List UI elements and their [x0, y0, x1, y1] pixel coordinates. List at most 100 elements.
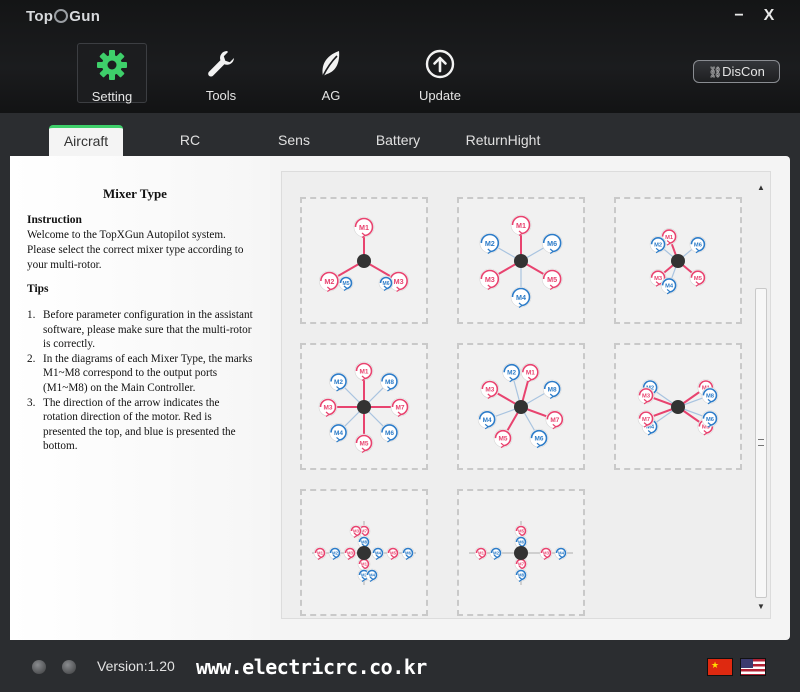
- toolbar-setting[interactable]: Setting: [77, 43, 147, 104]
- motor-m4: M4: [660, 277, 678, 295]
- mixer-hexa-v[interactable]: M1 M2 M3 M4 M5 M6: [614, 197, 742, 324]
- gear-icon: [78, 48, 146, 82]
- app-window: Top Gun − X Setting Tools AG Update ⛓Dis…: [0, 0, 800, 692]
- scroll-thumb[interactable]: [755, 288, 767, 598]
- svg-text:M2: M2: [332, 551, 339, 556]
- svg-text:M1: M1: [478, 551, 485, 556]
- svg-text:M4: M4: [558, 551, 565, 556]
- svg-text:M3: M3: [654, 276, 662, 282]
- canton: [741, 659, 753, 668]
- motor-m5: M5: [493, 428, 513, 449]
- mixer-coaxial-x8[interactable]: M1 M2 M3 M4 M5 M6 M7 M8 M1 M2 M3 M4: [300, 489, 428, 616]
- watermark-text: www.electricrc.co.kr: [196, 655, 427, 679]
- motor-m3: M3: [349, 524, 363, 538]
- svg-text:M5: M5: [499, 436, 508, 443]
- close-button[interactable]: X: [758, 5, 780, 27]
- frame-hub: [357, 254, 371, 268]
- aircraft-panel: Mixer Type Instruction Welcome to the To…: [10, 156, 790, 640]
- svg-text:M4: M4: [334, 430, 343, 437]
- toolbar-setting-label: Setting: [91, 89, 133, 104]
- svg-text:M4: M4: [483, 417, 492, 424]
- status-led-1: [32, 660, 46, 674]
- mixer-octo-i[interactable]: M1 M2 M3 M4 M5 M6 M7 M8: [300, 343, 428, 470]
- svg-text:M8: M8: [706, 394, 715, 400]
- toolbar-update[interactable]: Update: [405, 43, 475, 103]
- tab-battery[interactable]: Battery: [363, 125, 433, 157]
- motor-m4: M4: [510, 286, 532, 308]
- svg-text:M1: M1: [665, 235, 674, 241]
- minimize-button[interactable]: −: [728, 5, 750, 27]
- motor-m5: M5: [354, 433, 374, 453]
- svg-text:M3: M3: [324, 405, 333, 412]
- mixer-octo-v[interactable]: M1 M2 M3 M4 M5 M6 M7 M8: [457, 343, 585, 470]
- motor-m4: M4: [554, 546, 568, 560]
- motor-m6: M6: [541, 232, 563, 254]
- svg-text:M1: M1: [359, 223, 369, 232]
- motor-m1: M1: [521, 362, 540, 383]
- motor-m2: M2: [649, 235, 667, 254]
- tip-item: 1. Before parameter configuration in the …: [27, 309, 253, 351]
- svg-text:M3: M3: [347, 551, 354, 556]
- svg-text:M6: M6: [535, 436, 544, 443]
- toolbar-tools[interactable]: Tools: [186, 43, 256, 103]
- motor-m8: M8: [514, 568, 528, 582]
- svg-text:M2: M2: [324, 277, 334, 286]
- svg-text:M7: M7: [396, 405, 405, 412]
- svg-text:M4: M4: [369, 573, 376, 578]
- instruction-pane: Mixer Type Instruction Welcome to the To…: [10, 156, 270, 640]
- mixer-coaxial-i8[interactable]: M1 M2 M3 M4 M5 M6 M7 M8: [457, 489, 585, 616]
- tab-aircraft[interactable]: Aircraft: [49, 125, 123, 157]
- grip-icon: [758, 439, 764, 446]
- motor-m8: M8: [701, 387, 719, 405]
- frame-hub: [357, 546, 371, 560]
- svg-text:M3: M3: [485, 387, 494, 394]
- tab-sens[interactable]: Sens: [264, 125, 324, 157]
- motor-m1: M1: [510, 214, 532, 236]
- svg-text:M3: M3: [543, 551, 550, 556]
- svg-text:M1: M1: [526, 370, 535, 377]
- motor-m1: M1: [313, 546, 327, 560]
- mixer-diagram: M1M2 M3M4 M5 M6: [649, 228, 707, 295]
- tab-returnhight[interactable]: ReturnHight: [458, 125, 548, 157]
- svg-text:M2: M2: [485, 239, 495, 248]
- mixer-tri[interactable]: M1 M2 M3 M5 M6: [300, 197, 428, 324]
- scroll-up-arrow[interactable]: ▲: [757, 183, 765, 192]
- mixer-type-title: Mixer Type: [103, 186, 167, 201]
- china-flag-icon[interactable]: ★: [707, 658, 733, 676]
- svg-text:M2: M2: [334, 379, 343, 386]
- svg-text:M8: M8: [361, 540, 368, 545]
- svg-text:M3: M3: [394, 277, 404, 286]
- disconnect-button[interactable]: ⛓DisCon: [693, 60, 780, 83]
- scroll-down-arrow[interactable]: ▼: [757, 602, 765, 611]
- disconnect-label: DisCon: [722, 64, 765, 79]
- mixer-hexa-i[interactable]: M1 M2 M3 M4 M5 M6: [457, 197, 585, 324]
- toolbar-tools-label: Tools: [205, 88, 237, 103]
- frame-hub: [671, 254, 685, 268]
- motor-m6: M6: [689, 235, 707, 254]
- tab-rc[interactable]: RC: [160, 125, 220, 157]
- svg-text:M6: M6: [405, 551, 412, 556]
- motor-m1: M1: [354, 361, 374, 381]
- mixer-octo-x[interactable]: M1M2M3M4M5M6M7M8: [614, 343, 742, 470]
- svg-text:M4: M4: [516, 293, 526, 302]
- svg-text:M5: M5: [518, 529, 525, 534]
- motor-m3: M3: [637, 387, 655, 405]
- usa-flag-icon[interactable]: [740, 658, 766, 676]
- motor-m7: M7: [545, 410, 565, 430]
- frame-hub: [514, 254, 528, 268]
- svg-text:M8: M8: [548, 387, 557, 394]
- svg-text:M4: M4: [375, 551, 382, 556]
- svg-text:M5: M5: [343, 281, 350, 287]
- toolbar-ag[interactable]: AG: [296, 43, 366, 103]
- version-label: Version:1.20: [97, 658, 175, 674]
- motor-m4: M4: [365, 568, 379, 582]
- motor-m7: M7: [637, 410, 655, 428]
- motor-m3: M3: [343, 546, 357, 560]
- svg-text:M1: M1: [516, 221, 526, 230]
- vertical-scrollbar[interactable]: ▲ ▼: [753, 175, 769, 615]
- motor-m3: M3: [539, 546, 553, 560]
- motor-m2: M2: [319, 270, 340, 292]
- tip-item: 2. In the diagrams of each Mixer Type, th…: [27, 352, 253, 394]
- motor-m6: M6: [529, 428, 549, 449]
- svg-text:M5: M5: [360, 441, 369, 448]
